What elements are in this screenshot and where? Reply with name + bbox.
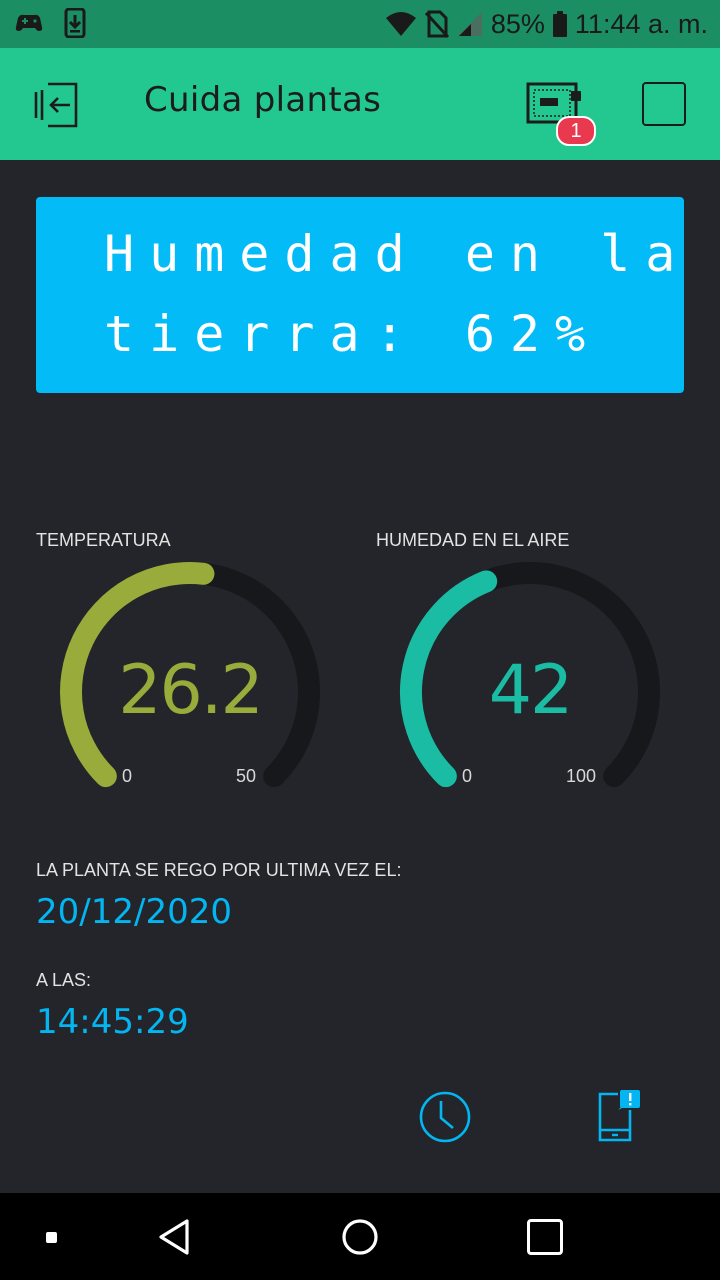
temperature-gauge: 26.2 0 50	[50, 551, 330, 801]
signal-icon	[457, 12, 482, 36]
wifi-icon	[385, 12, 416, 36]
recent-dot-icon[interactable]	[46, 1232, 57, 1243]
air-humidity-label: HUMEDAD EN EL AIRE	[376, 530, 570, 550]
nav-bar	[0, 1193, 720, 1280]
air-humidity-gauge: 42 0 100	[390, 551, 670, 801]
back-icon[interactable]	[155, 1217, 195, 1257]
battery-icon	[552, 11, 567, 37]
temperature-label: TEMPERATURA	[36, 530, 171, 550]
phone-notification-icon[interactable]	[596, 1088, 644, 1144]
stop-square-icon[interactable]	[642, 82, 686, 126]
gauge-max: 100	[566, 766, 597, 786]
lcd-line-2: tierra: 62%	[104, 305, 601, 363]
gauge-min: 0	[122, 766, 133, 786]
last-watered-time: 14:45:29	[36, 1002, 189, 1042]
air-humidity-value: 42	[488, 651, 574, 730]
overview-icon[interactable]	[527, 1219, 563, 1255]
lcd-display: Humedad en la tierra: 62%	[36, 197, 684, 393]
app-title: Cuida plantas	[144, 80, 382, 120]
device-badge: 1	[556, 116, 596, 146]
gauge-max: 50	[236, 766, 257, 786]
download-icon	[64, 8, 86, 38]
last-watered-date: 20/12/2020	[36, 892, 232, 932]
home-icon[interactable]	[340, 1217, 380, 1257]
temperature-value: 26.2	[118, 651, 263, 730]
status-bar: 85% 11:44 a. m.	[0, 0, 720, 48]
game-controller-icon	[15, 14, 43, 32]
clock-time: 11:44 a. m.	[574, 8, 708, 39]
app-bar: Cuida plantas 1	[0, 48, 720, 160]
no-sim-icon	[424, 10, 449, 38]
gauge-min: 0	[462, 766, 473, 786]
exit-icon[interactable]	[32, 82, 82, 128]
lcd-line-1: Humedad en la	[104, 225, 691, 283]
battery-percent: 85%	[490, 8, 545, 39]
time-label: A LAS:	[36, 970, 92, 990]
clock-icon[interactable]	[418, 1090, 472, 1144]
last-watered-label: LA PLANTA SE REGO POR ULTIMA VEZ EL:	[36, 860, 402, 880]
